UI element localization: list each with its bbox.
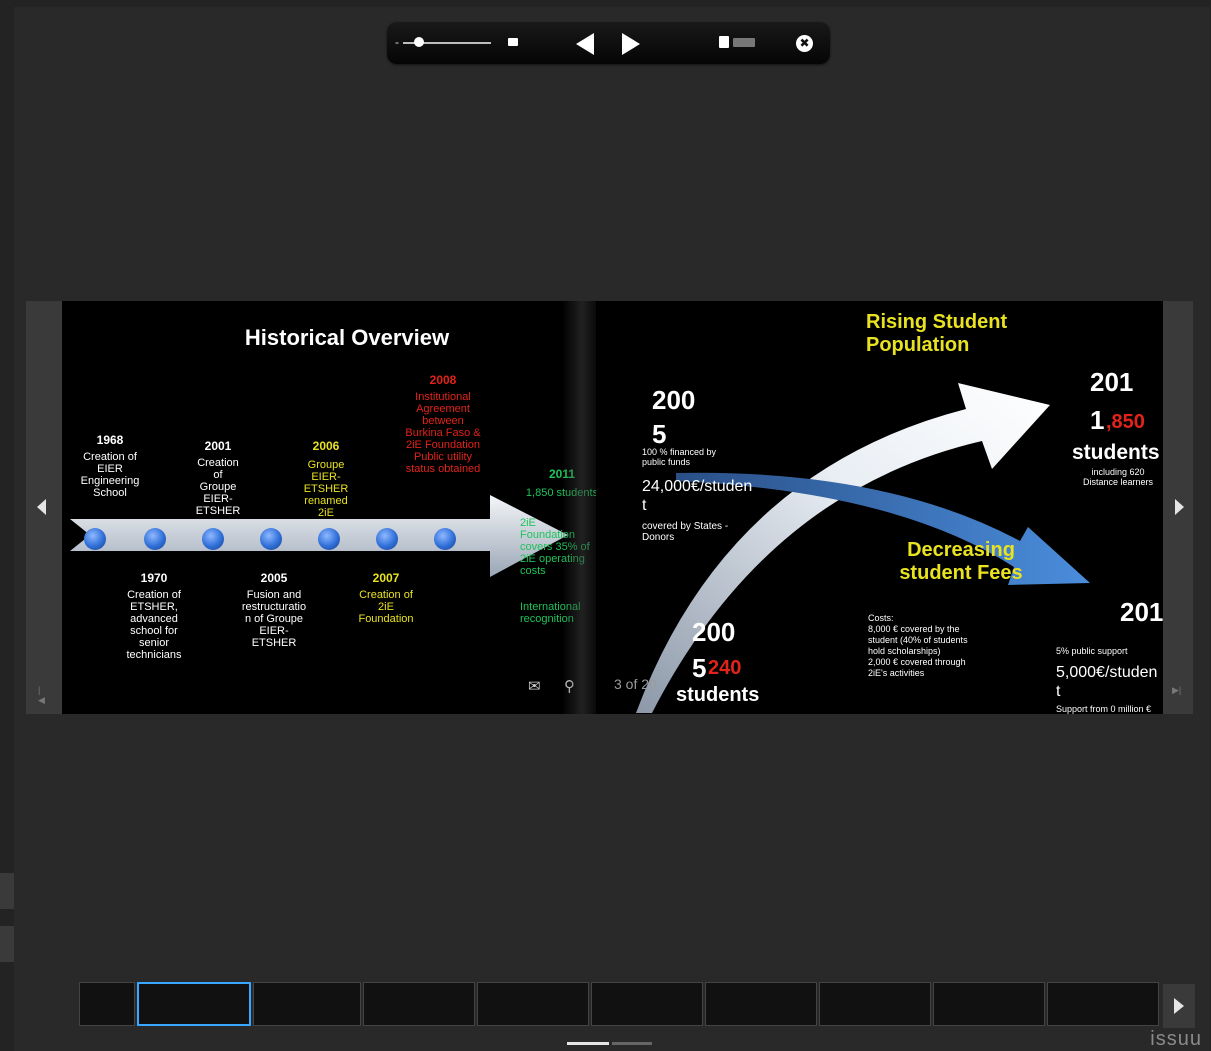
year-2005-bottom-digit: 5	[692, 653, 707, 683]
thumbnail-active[interactable]	[137, 982, 251, 1026]
share-mail-icon[interactable]: ✉	[528, 677, 541, 695]
event-text: Institutional Agreement between Burkina …	[405, 391, 481, 475]
zoom-slider-handle[interactable]	[414, 37, 424, 47]
support-cut-line: Support from 0 million €	[1056, 704, 1152, 714]
timeline-dot	[260, 528, 282, 550]
page-right[interactable]: Rising Student Population Decreasing stu…	[596, 301, 1163, 714]
last-page-icon[interactable]: ▶|	[1172, 685, 1181, 696]
fee-2011: 5,000€/studen t	[1056, 664, 1158, 700]
event-text: Creation of Groupe EIER- ETSHER	[195, 457, 241, 517]
rising-population-title: Rising Student Population	[866, 311, 1008, 356]
chevron-left-icon	[37, 499, 46, 515]
zoom-out-icon[interactable]: -	[395, 36, 399, 48]
event-text: Creation of EIER Engineering School	[80, 451, 140, 499]
students-2005-label: students	[676, 684, 760, 706]
fee-2005: 24,000€/studen t	[642, 478, 753, 514]
chevron-right-icon	[1174, 998, 1184, 1014]
zoom-fit-icon[interactable]	[508, 38, 518, 46]
issuu-logo[interactable]: issuu	[1150, 1028, 1202, 1051]
chevron-right-icon	[1175, 499, 1184, 515]
slide-title: Historical Overview	[244, 325, 450, 350]
year-2011-top-digit: 1	[1090, 405, 1105, 435]
event-text: Creation of ETSHER, advanced school for …	[126, 589, 182, 661]
year-2005-bottom: 200	[692, 617, 736, 647]
event-year: 2008	[429, 373, 457, 387]
event-year: 2005	[260, 571, 288, 585]
event-year: 2006	[312, 439, 340, 453]
timeline-dot	[144, 528, 166, 550]
viewer-toolbar: - ✖	[387, 22, 830, 64]
timeline-dot	[318, 528, 340, 550]
event-text: Creation of 2iE Foundation	[358, 589, 414, 625]
next-page-button[interactable]	[622, 33, 640, 55]
timeline-dot	[84, 528, 106, 550]
page-indicator: 3 of 20	[614, 676, 657, 692]
thumbnail[interactable]	[705, 982, 817, 1026]
event-year: 2001	[204, 439, 232, 453]
side-tab[interactable]	[0, 926, 14, 962]
side-tab[interactable]	[0, 873, 14, 909]
thumbnail[interactable]	[253, 982, 361, 1026]
previous-page-button[interactable]	[576, 33, 594, 55]
book-spread: |◀ Historical Overview 1968 Creation of …	[26, 301, 1193, 714]
spread-view-icon[interactable]	[733, 38, 755, 47]
support-2011: 5% public support	[1056, 646, 1128, 656]
timeline-dot	[376, 528, 398, 550]
thumbnail[interactable]	[933, 982, 1045, 1026]
thumbnail[interactable]	[1047, 982, 1159, 1026]
thumbnails-next-button[interactable]	[1163, 984, 1195, 1028]
page-left[interactable]: Historical Overview 1968 Creation of EIE…	[62, 301, 626, 714]
single-page-view-icon[interactable]	[719, 36, 729, 48]
students-2011-label: students	[1072, 441, 1160, 464]
year-2005-top-digit: 5	[652, 419, 667, 449]
thumbnail[interactable]	[591, 982, 703, 1026]
covered-2005: covered by States - Donors	[642, 521, 729, 543]
first-page-icon[interactable]: |◀	[38, 685, 46, 705]
costs-breakdown: Costs: 8,000 € covered by the student (4…	[868, 613, 968, 678]
previous-page-side-button[interactable]: |◀	[26, 301, 62, 714]
next-page-side-button[interactable]: ▶|	[1163, 301, 1193, 714]
thumbnail[interactable]	[79, 982, 135, 1026]
timeline-dot	[434, 528, 456, 550]
timeline-dot	[202, 528, 224, 550]
students-2011-count: ,850	[1106, 411, 1145, 433]
event-year: 1968	[96, 433, 124, 447]
year-2011-fees: 2011	[1120, 597, 1163, 627]
event-text: Groupe EIER- ETSHER renamed 2iE	[303, 459, 349, 519]
year-2005-top: 200	[652, 385, 696, 415]
thumbnail-strip	[79, 982, 1159, 1044]
thumbnail[interactable]	[363, 982, 475, 1026]
decreasing-fees-title: Decreasing student Fees	[899, 539, 1023, 584]
close-button[interactable]: ✖	[796, 35, 813, 52]
funding-2005: 100 % financed by public funds	[642, 447, 717, 467]
thumbnail[interactable]	[477, 982, 589, 1026]
distance-learners: including 620 Distance learners	[1082, 467, 1154, 487]
thumbnail-scroll-indicator[interactable]	[567, 1042, 609, 1045]
thumbnail[interactable]	[819, 982, 931, 1026]
event-text: Fusion and restructuratio n of Groupe EI…	[241, 589, 307, 649]
thumbnail-scroll-track[interactable]	[612, 1042, 652, 1045]
students-2005-count: 240	[708, 657, 742, 679]
year-2011-top: 201	[1090, 367, 1134, 397]
event-year: 2007	[372, 571, 400, 585]
event-year: 1970	[140, 571, 168, 585]
